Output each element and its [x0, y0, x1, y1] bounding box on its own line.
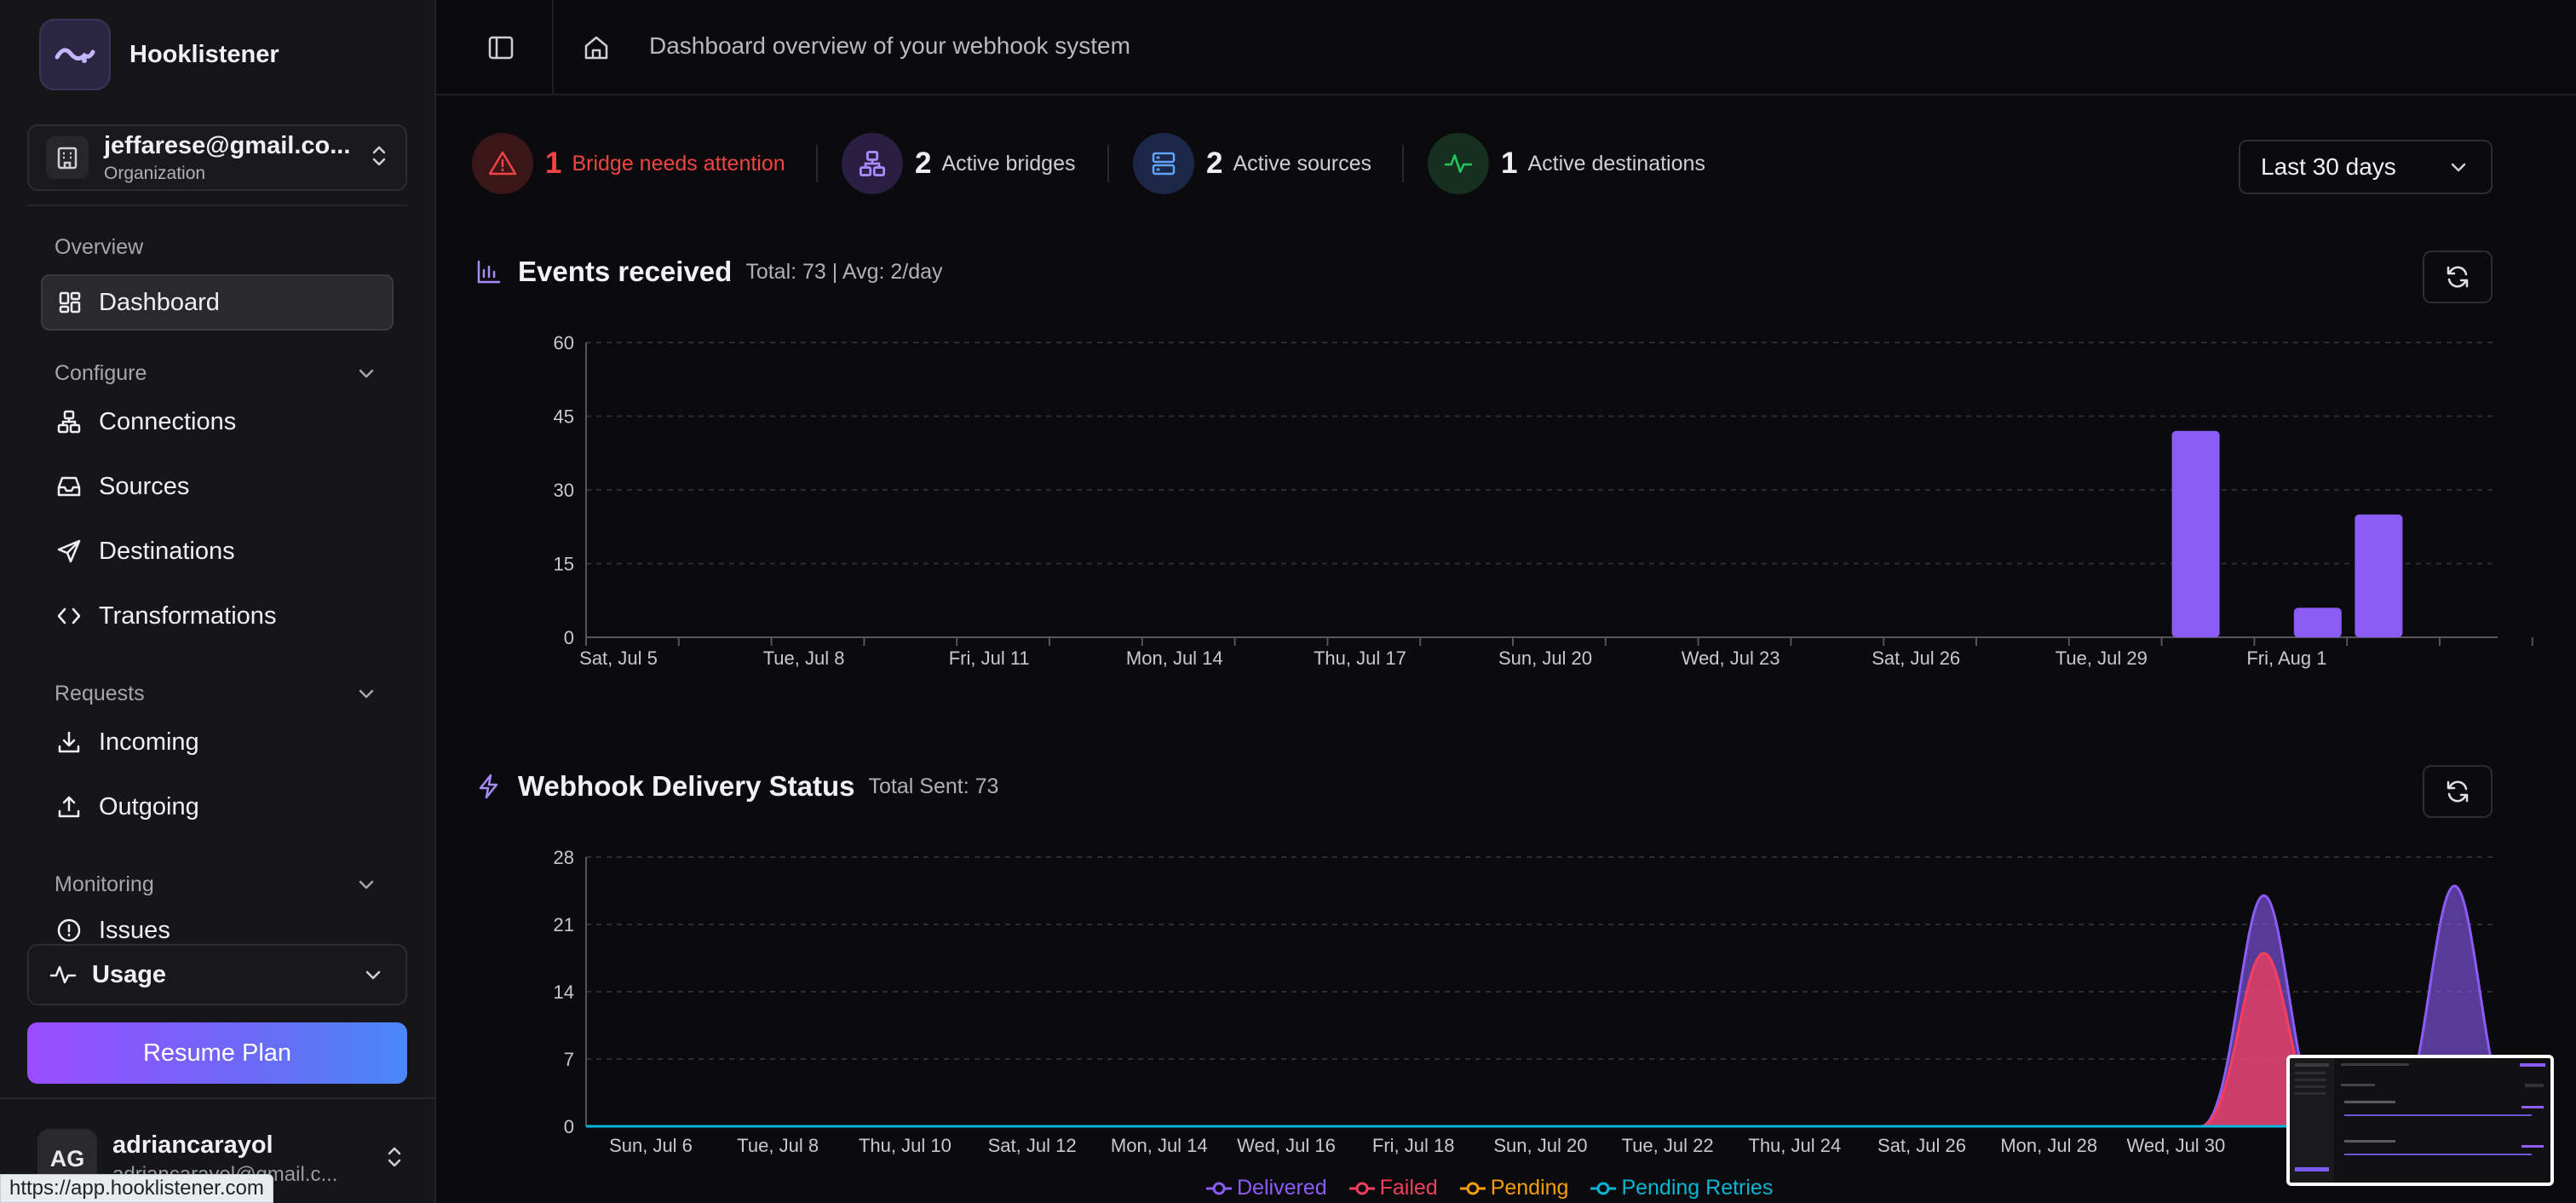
- x-tick-label: Sun, Jul 20: [1498, 648, 1592, 669]
- x-tick-label: Sat, Jul 26: [1872, 648, 1960, 669]
- legend-label: Pending: [1490, 1176, 1569, 1200]
- legend-item[interactable]: Pending Retries: [1590, 1176, 1773, 1200]
- x-tick-label: Tue, Jul 29: [2056, 648, 2148, 669]
- y-tick-label: 0: [564, 1116, 574, 1137]
- x-tick-label: Tue, Jul 8: [763, 648, 845, 669]
- legend-marker-icon: [1206, 1182, 1232, 1194]
- y-tick-label: 15: [554, 554, 574, 575]
- y-tick-label: 14: [554, 981, 574, 1003]
- x-tick-label: Thu, Jul 10: [859, 1135, 952, 1156]
- x-tick-label: Wed, Jul 16: [1237, 1135, 1336, 1156]
- delivery-chart-legend: Delivered Failed Pending Pending Retries: [1206, 1176, 1773, 1200]
- legend-item[interactable]: Delivered: [1206, 1176, 1327, 1200]
- event-bar: [2293, 607, 2342, 637]
- event-bar: [2355, 514, 2403, 637]
- x-tick-label: Sun, Jul 20: [1493, 1135, 1587, 1156]
- x-tick-label: Sat, Jul 12: [988, 1135, 1077, 1156]
- legend-label: Pending Retries: [1621, 1176, 1774, 1200]
- x-tick-label: Mon, Jul 28: [2000, 1135, 2097, 1156]
- x-tick-label: Fri, Jul 11: [949, 648, 1030, 669]
- x-tick-label: Fri, Jul 18: [1372, 1135, 1455, 1156]
- y-tick-label: 0: [564, 627, 574, 648]
- charts-canvas: 0 15 30 45 60 Sat, Jul 5 Tue, Jul 8 Fri, Jul 11…: [554, 332, 2533, 1156]
- event-bar: [2171, 430, 2220, 637]
- x-tick-label: Mon, Jul 14: [1111, 1135, 1208, 1156]
- legend-marker-icon: [1348, 1182, 1375, 1194]
- legend-item[interactable]: Pending: [1459, 1176, 1569, 1200]
- x-tick-label: Thu, Jul 24: [1748, 1135, 1841, 1156]
- legend-marker-icon: [1590, 1182, 1617, 1194]
- y-tick-label: 21: [554, 914, 574, 935]
- screen-thumbnail-preview[interactable]: [2286, 1055, 2554, 1186]
- x-tick-label: Mon, Jul 14: [1126, 648, 1223, 669]
- x-tick-label: Sat, Jul 5: [579, 648, 658, 669]
- y-tick-label: 45: [554, 406, 574, 428]
- x-tick-label: Thu, Jul 17: [1314, 648, 1406, 669]
- y-tick-label: 60: [554, 332, 574, 354]
- y-tick-label: 28: [554, 847, 574, 868]
- legend-item[interactable]: Failed: [1348, 1176, 1438, 1200]
- y-tick-label: 30: [554, 480, 574, 501]
- x-tick-label: Tue, Jul 22: [1622, 1135, 1714, 1156]
- x-tick-label: Sun, Jul 6: [609, 1135, 693, 1156]
- x-tick-label: Sat, Jul 26: [1877, 1135, 1966, 1156]
- x-tick-label: Fri, Aug 1: [2246, 648, 2326, 669]
- x-tick-label: Wed, Jul 30: [2127, 1135, 2226, 1156]
- legend-label: Delivered: [1237, 1176, 1327, 1200]
- legend-marker-icon: [1459, 1182, 1486, 1194]
- x-tick-label: Wed, Jul 23: [1682, 648, 1780, 669]
- legend-label: Failed: [1379, 1176, 1438, 1200]
- y-tick-label: 7: [564, 1049, 574, 1070]
- app-root: Hooklistener jeffarese@gmail.co... Organ…: [0, 0, 2576, 1203]
- x-tick-label: Tue, Jul 8: [737, 1135, 819, 1156]
